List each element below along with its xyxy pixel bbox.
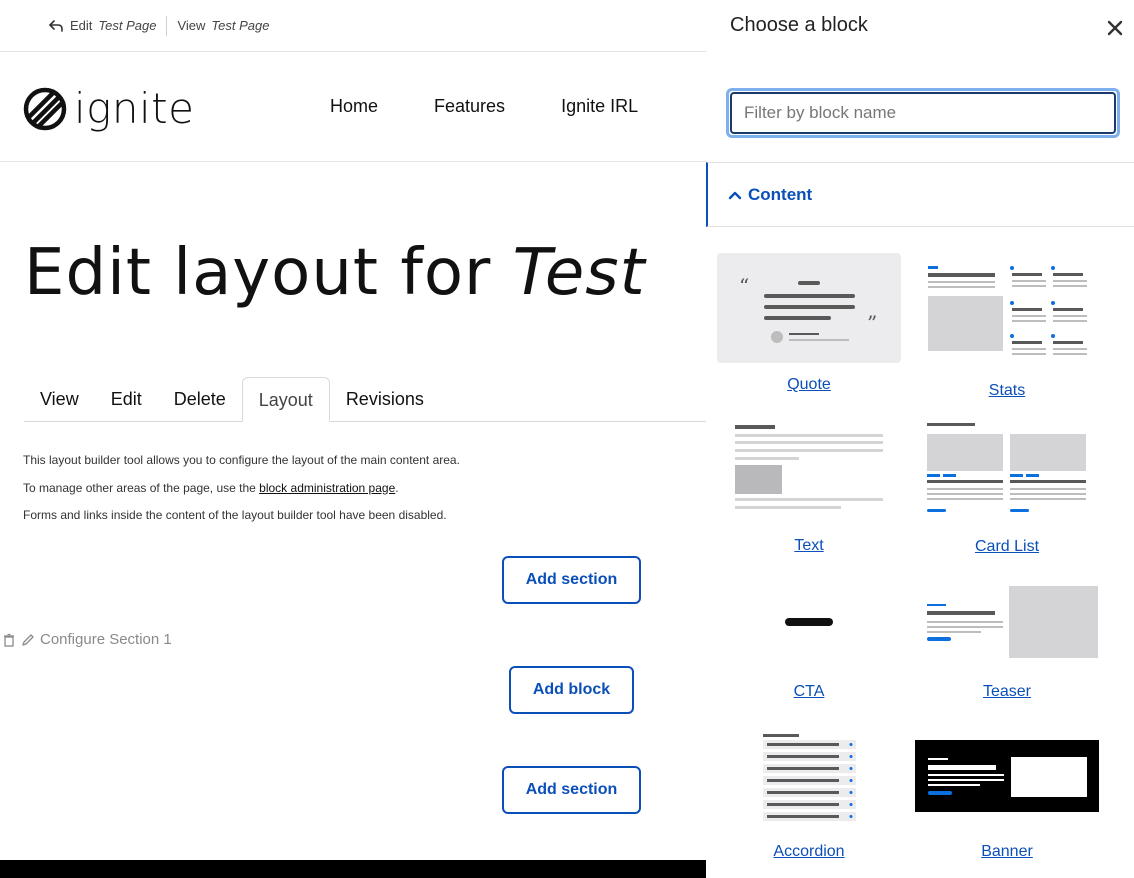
edit-page-link[interactable]: Edit Test Page — [48, 18, 156, 34]
page-preview: Edit Test Page View Test Page ignite Hom… — [0, 0, 706, 878]
edit-link-title: Test Page — [98, 18, 157, 33]
card-list-thumbnail-icon — [927, 423, 1086, 512]
svg-text:”: ” — [867, 311, 877, 335]
block-label-cta[interactable]: CTA — [717, 683, 901, 701]
content-section-label: Content — [748, 184, 813, 204]
layout-help-text: This layout builder tool allows you to c… — [23, 447, 460, 530]
block-label-stats[interactable]: Stats — [915, 382, 1099, 400]
filter-focus-ring — [726, 88, 1120, 138]
tab-view[interactable]: View — [24, 377, 95, 422]
view-link-prefix: View — [177, 18, 206, 33]
ignite-logo-mark-icon — [23, 87, 67, 130]
logo-wordmark: ignite — [74, 84, 195, 133]
pencil-icon[interactable] — [21, 633, 35, 647]
panel-title: Choose a block — [730, 14, 868, 36]
block-label-card-list[interactable]: Card List — [915, 538, 1099, 556]
cta-thumbnail-icon — [785, 618, 833, 626]
tab-revisions[interactable]: Revisions — [330, 377, 440, 422]
help-line-2: To manage other areas of the page, use t… — [23, 475, 460, 503]
block-label-text[interactable]: Text — [717, 537, 901, 555]
tab-layout[interactable]: Layout — [241, 377, 330, 422]
teaser-thumbnail-icon — [927, 586, 1098, 658]
text-thumbnail-icon — [735, 425, 883, 509]
close-icon[interactable] — [1105, 18, 1125, 38]
local-tasks-tabs: View Edit Delete Layout Revisions — [24, 377, 706, 422]
svg-text:“: “ — [739, 274, 749, 298]
block-card-card-list[interactable]: Card List — [915, 418, 1099, 556]
page-title: Edit layout for Test — [24, 236, 646, 310]
page-title-prefix: Edit layout for — [24, 236, 492, 310]
help-line-2-prefix: To manage other areas of the page, use t… — [23, 480, 256, 495]
add-block-button[interactable]: Add block — [509, 666, 634, 714]
stats-thumbnail-icon — [928, 266, 1087, 355]
quote-thumbnail-icon: “ ” — [717, 253, 901, 363]
block-card-teaser[interactable]: Teaser — [915, 578, 1099, 701]
return-arrow-icon — [49, 19, 63, 32]
block-card-accordion[interactable]: Accordion — [717, 728, 901, 861]
choose-block-panel: Choose a block Content “ ” Quote — [706, 0, 1134, 878]
content-section-toggle[interactable]: Content — [706, 162, 1134, 227]
block-admin-link[interactable]: block administration page — [259, 481, 395, 495]
configure-section-link[interactable]: Configure Section 1 — [40, 631, 172, 648]
accordion-thumbnail-icon — [763, 734, 856, 821]
edit-link-prefix: Edit — [70, 18, 93, 33]
site-footer-edge — [0, 860, 706, 878]
block-card-cta[interactable]: CTA — [717, 578, 901, 701]
help-line-2-suffix: . — [395, 480, 399, 495]
block-label-teaser[interactable]: Teaser — [915, 683, 1099, 701]
view-page-link[interactable]: View Test Page — [177, 18, 269, 33]
add-section-button-top[interactable]: Add section — [502, 556, 641, 604]
configure-section-row: Configure Section 1 — [2, 631, 172, 648]
block-card-banner[interactable]: Banner — [915, 728, 1099, 861]
nav-item-ignite-irl[interactable]: Ignite IRL — [561, 96, 638, 117]
block-card-stats[interactable]: Stats — [915, 253, 1099, 400]
help-line-1: This layout builder tool allows you to c… — [23, 453, 460, 467]
chevron-up-icon — [728, 191, 742, 199]
nav-item-home[interactable]: Home — [330, 96, 378, 117]
banner-thumbnail-icon — [915, 740, 1099, 812]
block-label-quote[interactable]: Quote — [717, 376, 901, 394]
help-line-3: Forms and links inside the content of th… — [23, 508, 447, 522]
tab-edit[interactable]: Edit — [95, 377, 158, 422]
block-label-accordion[interactable]: Accordion — [717, 843, 901, 861]
block-card-quote[interactable]: “ ” Quote — [717, 253, 901, 394]
tab-delete[interactable]: Delete — [158, 377, 242, 422]
add-section-button-bottom[interactable]: Add section — [502, 766, 641, 814]
site-header: ignite Home Features Ignite IRL — [0, 52, 706, 162]
trash-icon[interactable] — [2, 633, 16, 647]
toolbar-divider — [166, 15, 168, 36]
page-title-em: Test — [512, 236, 646, 310]
nav-item-features[interactable]: Features — [434, 96, 505, 117]
site-logo[interactable]: ignite — [22, 84, 194, 133]
view-link-title: Test Page — [211, 18, 270, 33]
edit-toolbar: Edit Test Page View Test Page — [0, 0, 706, 52]
main-nav: Home Features Ignite IRL — [330, 96, 638, 117]
filter-block-input[interactable] — [730, 92, 1116, 134]
block-label-banner[interactable]: Banner — [915, 843, 1099, 861]
block-card-text[interactable]: Text — [717, 418, 901, 555]
